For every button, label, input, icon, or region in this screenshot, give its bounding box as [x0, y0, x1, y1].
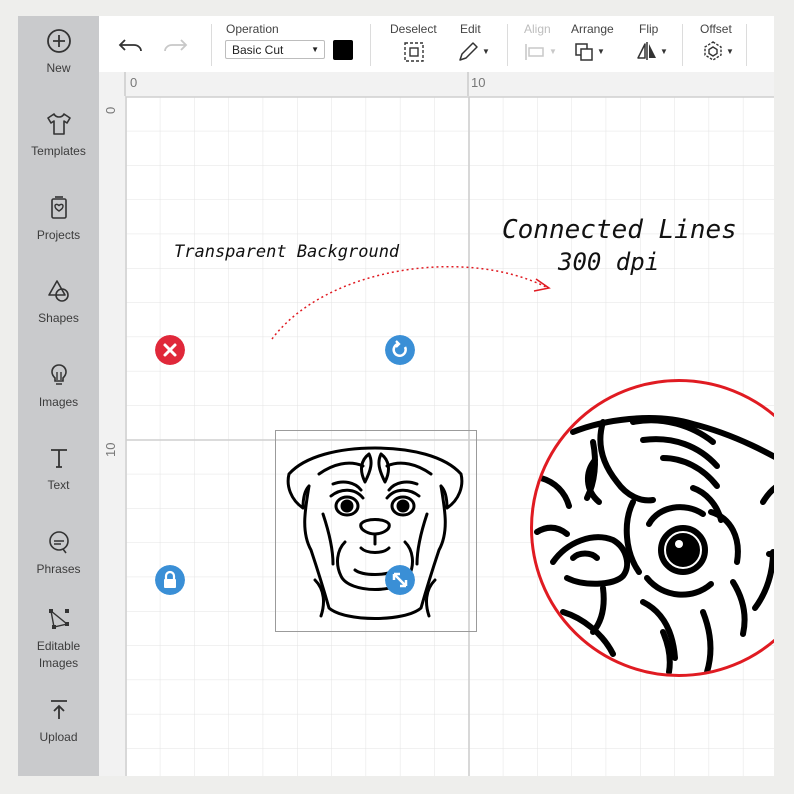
ruler-left: 0 10	[99, 96, 126, 776]
resize-handle-icon[interactable]	[385, 565, 415, 595]
design-canvas[interactable]: Transparent Background Connected Lines 3…	[126, 97, 774, 776]
rotate-handle-icon[interactable]	[385, 335, 415, 365]
sidebar-item-shapes[interactable]: Shapes	[18, 278, 99, 327]
pug-line-art	[286, 446, 464, 620]
top-toolbar: Operation Basic Cut ▼ Deselect Edit ▼ Al…	[99, 16, 774, 72]
arrange-label: Arrange	[571, 22, 614, 36]
chevron-down-icon: ▼	[549, 47, 557, 56]
chevron-down-icon: ▼	[597, 47, 605, 56]
sidebar-item-templates[interactable]: Templates	[18, 111, 99, 160]
sidebar-item-text[interactable]: Text	[18, 445, 99, 494]
caption-connected-lines: Connected Lines	[502, 215, 737, 245]
flip-label: Flip	[639, 22, 659, 36]
sidebar-item-label: Images	[38, 395, 79, 409]
ruler-left-label: 10	[103, 442, 118, 457]
sidebar-item-label: Templates	[31, 144, 86, 158]
align-button	[525, 44, 544, 60]
sidebar-item-editable-images[interactable]: Editable Images	[18, 606, 99, 672]
operation-value: Basic Cut	[232, 43, 284, 57]
sidebar-item-label: Editable Images	[36, 639, 81, 670]
left-sidebar: New Templates Projects Shapes Images Tex…	[18, 16, 99, 776]
redo-icon[interactable]	[162, 36, 188, 56]
edit-label: Edit	[460, 22, 481, 36]
ruler-left-label: 0	[103, 106, 118, 114]
lock-handle-icon[interactable]	[155, 565, 185, 595]
lightbulb-icon	[50, 364, 67, 385]
edit-pencil-button[interactable]	[457, 41, 479, 63]
shirt-icon	[46, 113, 71, 135]
toolbar-divider	[746, 24, 747, 66]
undo-icon[interactable]	[118, 36, 144, 56]
plus-circle-icon	[46, 29, 71, 53]
offset-label: Offset	[700, 22, 732, 36]
sidebar-item-label: Upload	[39, 730, 78, 744]
color-swatch[interactable]	[333, 40, 353, 60]
sidebar-item-label: Text	[47, 478, 70, 492]
deselect-label: Deselect	[390, 22, 437, 36]
text-t-icon	[50, 449, 67, 468]
chevron-down-icon: ▼	[726, 47, 734, 56]
toolbar-divider	[211, 24, 212, 66]
flip-button[interactable]	[636, 40, 658, 62]
app-window: New Templates Projects Shapes Images Tex…	[18, 16, 774, 776]
ruler-top-ticks	[124, 72, 469, 96]
align-label: Align	[524, 22, 551, 36]
ruler-top: 0 10	[99, 72, 774, 97]
sidebar-item-label: Phrases	[36, 562, 81, 576]
toolbar-divider	[682, 24, 683, 66]
projects-icon	[50, 196, 67, 219]
deselect-button[interactable]	[403, 41, 425, 63]
shapes-icon	[47, 280, 69, 302]
sidebar-item-upload[interactable]: Upload	[18, 697, 99, 746]
arrange-button[interactable]	[574, 42, 594, 62]
dotted-arrow	[271, 265, 551, 340]
toolbar-divider	[507, 24, 508, 66]
ruler-top-label: 10	[471, 75, 486, 90]
chevron-down-icon: ▼	[311, 45, 319, 54]
upload-icon	[50, 700, 67, 719]
ruler-top-label: 0	[130, 75, 138, 90]
chevron-down-icon: ▼	[482, 47, 490, 56]
toolbar-divider	[370, 24, 371, 66]
sidebar-item-projects[interactable]: Projects	[18, 195, 99, 244]
sidebar-item-new[interactable]: New	[18, 28, 99, 77]
sidebar-item-label: New	[46, 61, 71, 75]
operation-select[interactable]: Basic Cut ▼	[225, 40, 325, 59]
delete-handle-icon[interactable]	[155, 335, 185, 365]
offset-button[interactable]	[702, 40, 724, 62]
operation-label: Operation	[226, 22, 279, 36]
speech-bubble-icon	[48, 531, 69, 554]
sidebar-item-phrases[interactable]: Phrases	[18, 529, 99, 578]
chevron-down-icon: ▼	[660, 47, 668, 56]
sidebar-item-label: Projects	[36, 228, 81, 242]
sidebar-item-images[interactable]: Images	[18, 362, 99, 411]
editable-images-icon	[48, 609, 69, 629]
sidebar-item-label: Shapes	[38, 311, 79, 325]
